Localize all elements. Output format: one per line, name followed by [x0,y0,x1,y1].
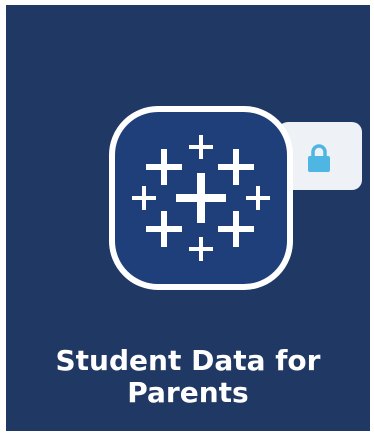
lock-icon [306,143,332,173]
tableau-logo-icon[interactable] [108,105,294,291]
app-tile[interactable]: Student Data for Parents [6,5,370,431]
app-name[interactable]: Student Data for Parents [6,345,370,409]
